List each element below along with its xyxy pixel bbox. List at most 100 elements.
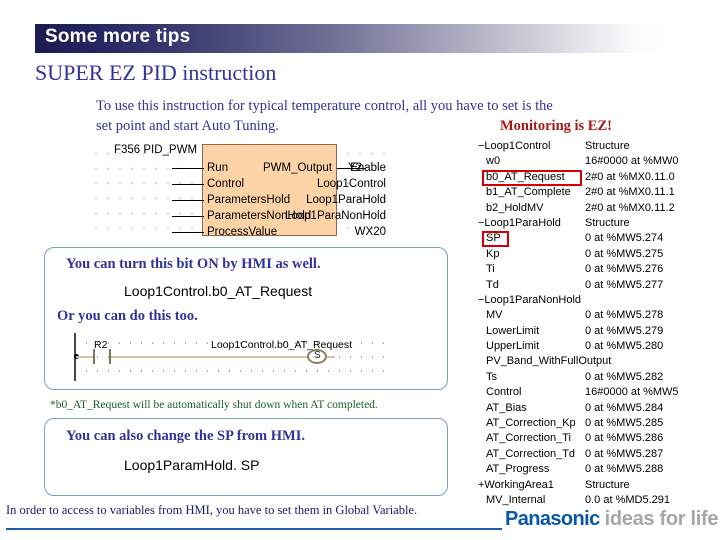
ladder-rung: S R2 Loop1Control.b0_AT_Request bbox=[68, 333, 388, 381]
slide-root: Some more tips SUPER EZ PID instruction … bbox=[0, 0, 720, 540]
monitor-variable-name: MV bbox=[486, 309, 503, 322]
monitor-variable-value: 0 at %MW5.277 bbox=[585, 278, 664, 291]
monitor-variable-value: 0 at %MW5.275 bbox=[585, 247, 664, 260]
slide-title-bar: Some more tips bbox=[35, 24, 680, 53]
monitor-row[interactable]: AT_Bias 0 at %MW5.284 bbox=[478, 402, 720, 417]
monitor-row[interactable]: UpperLimit 0 at %MW5.280 bbox=[478, 340, 720, 355]
monitor-row[interactable]: AT_Correction_Kp 0 at %MW5.285 bbox=[478, 417, 720, 432]
monitor-variable-value: 0 at %MW5.284 bbox=[585, 401, 664, 414]
monitor-variable-value: 16#0000 at %MW5 bbox=[585, 386, 679, 399]
monitor-row[interactable]: −Loop1Control Structure bbox=[478, 140, 720, 155]
fbd-block-body bbox=[202, 144, 337, 236]
monitor-row[interactable]: AT_Correction_Td 0 at %MW5.287 bbox=[478, 448, 720, 463]
monitor-variable-value: 0 at %MW5.279 bbox=[585, 324, 664, 337]
variable-monitor-panel[interactable]: −Loop1Control Structure w0 16#0000 at %MW0 b… bbox=[478, 140, 720, 506]
monitor-variable-name: b1_AT_Complete bbox=[486, 186, 571, 199]
monitor-variable-value: 16#0000 at %MW0 bbox=[585, 155, 679, 168]
monitor-variable-name: −Loop1Control bbox=[478, 140, 551, 152]
monitor-row[interactable]: MV 0 at %MW5.278 bbox=[478, 309, 720, 324]
monitor-variable-value: 2#0 at %MX0.11.2 bbox=[585, 201, 675, 214]
monitor-variable-value: 2#0 at %MX0.11.0 bbox=[585, 170, 675, 183]
monitor-variable-name: b0_AT_Request bbox=[486, 170, 565, 183]
ladder-wire-post bbox=[327, 356, 335, 358]
monitor-variable-name: PV_Band_WithFullOutput bbox=[486, 355, 612, 368]
monitor-row[interactable]: −Loop1ParaHold Structure bbox=[478, 217, 720, 232]
monitor-variable-value: 0.0 at %MD5.291 bbox=[585, 493, 670, 506]
monitor-row[interactable]: b1_AT_Complete 2#0 at %MX0.11.1 bbox=[478, 186, 720, 201]
monitor-row[interactable]: w0 16#0000 at %MW0 bbox=[478, 155, 720, 170]
monitoring-highlight: Monitoring is EZ! bbox=[500, 118, 612, 134]
monitor-variable-name: −Loop1ParaHold bbox=[478, 216, 561, 229]
fbd-wire-1 bbox=[172, 184, 204, 185]
monitor-row[interactable]: Ti 0 at %MW5.276 bbox=[478, 263, 720, 278]
monitor-variable-name: b2_HoldMV bbox=[486, 201, 544, 214]
monitor-variable-name: AT_Correction_Ti bbox=[486, 432, 571, 445]
panasonic-tagline: ideas for life bbox=[604, 508, 719, 530]
intro-line-2: set point and start Auto Tuning. bbox=[96, 118, 279, 134]
fbd-wire-4 bbox=[172, 232, 204, 233]
monitor-row[interactable]: AT_Correction_Ti 0 at %MW5.286 bbox=[478, 432, 720, 447]
ladder-coil-label: Loop1Control.b0_AT_Request bbox=[211, 339, 353, 351]
slide-subtitle: SUPER EZ PID instruction bbox=[35, 60, 277, 85]
callout2-variable: Loop1ParamHold. SP bbox=[124, 457, 260, 473]
monitor-row[interactable]: SP 0 at %MW5.274 bbox=[478, 231, 720, 248]
monitor-variable-name: Kp bbox=[486, 247, 500, 260]
monitor-variable-name: w0 bbox=[486, 155, 501, 168]
fbd-input-pin-4: ProcessValue bbox=[207, 226, 278, 238]
fbd-input-label-2: Loop1ParaHold bbox=[306, 194, 386, 206]
monitor-row[interactable]: +WorkingArea1 Structure bbox=[478, 479, 720, 494]
monitor-variable-value: Structure bbox=[585, 216, 630, 229]
monitor-variable-name: AT_Bias bbox=[486, 401, 527, 414]
monitor-row[interactable]: Ts 0 at %MW5.282 bbox=[478, 371, 720, 386]
fbd-input-pin-2: ParametersHold bbox=[207, 194, 291, 206]
fbd-input-label-1: Loop1Control bbox=[316, 178, 386, 190]
monitor-variable-name: −Loop1ParaNonHold bbox=[478, 293, 582, 306]
monitor-row[interactable]: AT_Progress 0 at %MW5.288 bbox=[478, 463, 720, 478]
ladder-set-coil: S bbox=[307, 349, 327, 364]
callout2-heading: You can also change the SP from HMI. bbox=[66, 428, 305, 444]
monitor-variable-name: UpperLimit bbox=[486, 340, 540, 353]
monitor-variable-name: +WorkingArea1 bbox=[478, 478, 554, 491]
monitor-variable-value: 0 at %MW5.285 bbox=[585, 417, 664, 430]
monitor-variable-value: Structure bbox=[585, 478, 630, 491]
intro-line-2-wrap: set point and start Auto Tuning. Monitor… bbox=[96, 116, 686, 136]
slide-title: Some more tips bbox=[45, 26, 191, 47]
monitor-row[interactable]: Kp 0 at %MW5.275 bbox=[478, 248, 720, 263]
fbd-input-pin-1: Control bbox=[207, 178, 245, 190]
panasonic-wordmark: Panasonic bbox=[505, 508, 600, 530]
monitor-row[interactable]: b2_HoldMV 2#0 at %MX0.11.2 bbox=[478, 202, 720, 217]
intro-line-1: To use this instruction for typical temp… bbox=[96, 98, 553, 114]
monitor-variable-name: Control bbox=[486, 386, 522, 399]
monitor-variable-value: 0 at %MW5.288 bbox=[585, 463, 664, 476]
monitor-row[interactable]: −Loop1ParaNonHold bbox=[478, 294, 720, 309]
fbd-wire-3 bbox=[172, 216, 204, 217]
auto-shutdown-note: *b0_AT_Request will be automatically shu… bbox=[50, 399, 378, 411]
monitor-variable-value: 0 at %MW5.274 bbox=[585, 232, 664, 245]
ladder-contact-left-bar bbox=[93, 349, 95, 364]
monitor-row[interactable]: Control 16#0000 at %MW5 bbox=[478, 386, 720, 401]
fbd-input-label-4: WX20 bbox=[354, 226, 386, 238]
monitor-row[interactable]: b0_AT_Request 2#0 at %MX0.11.0 bbox=[478, 169, 720, 186]
ladder-contact-label: R2 bbox=[94, 339, 108, 351]
monitor-variable-name: SP bbox=[486, 232, 501, 245]
monitor-variable-value: 0 at %MW5.287 bbox=[585, 447, 664, 460]
footer-note: In order to access to variables from HMI… bbox=[6, 503, 418, 517]
monitor-row[interactable]: MV_Internal 0.0 at %MD5.291 bbox=[478, 494, 720, 506]
ladder-wire-main bbox=[111, 356, 307, 358]
monitor-variable-name: AT_Correction_Kp bbox=[486, 417, 576, 430]
callout1-heading-1: You can turn this bit ON by HMI as well. bbox=[66, 256, 321, 272]
ladder-coil-type: S bbox=[314, 350, 321, 361]
monitor-variable-value: 0 at %MW5.280 bbox=[585, 340, 664, 353]
monitor-variable-value: 0 at %MW5.286 bbox=[585, 432, 664, 445]
monitor-variable-name: MV_Internal bbox=[486, 493, 546, 506]
fbd-output-label: Y2 bbox=[348, 162, 363, 174]
monitor-variable-name: Td bbox=[486, 278, 499, 291]
monitor-variable-value: 2#0 at %MX0.11.1 bbox=[585, 186, 675, 199]
monitor-variable-name: AT_Progress bbox=[486, 463, 550, 476]
monitor-variable-value: Structure bbox=[585, 140, 630, 152]
monitor-row[interactable]: Td 0 at %MW5.277 bbox=[478, 279, 720, 294]
callout1-heading-2: Or you can do this too. bbox=[57, 308, 198, 324]
panasonic-logo: Panasonic ideas for life bbox=[505, 508, 719, 531]
monitor-row[interactable]: PV_Band_WithFullOutput bbox=[478, 355, 720, 370]
monitor-row[interactable]: LowerLimit 0 at %MW5.279 bbox=[478, 325, 720, 340]
